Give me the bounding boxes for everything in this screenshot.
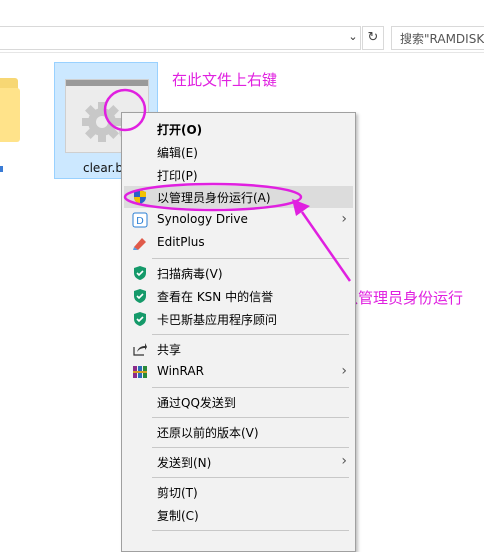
menu-item-label: 通过QQ发送到 (157, 396, 236, 410)
menu-item-label: 发送到(N) (157, 456, 212, 470)
menu-item-send-via-qq[interactable]: 通过QQ发送到 (124, 391, 353, 413)
menu-item-label: 以管理员身份运行(A) (157, 191, 271, 205)
kaspersky-shield-icon (132, 288, 148, 304)
menu-separator (152, 417, 349, 418)
menu-item-editplus[interactable]: EditPlus (124, 232, 353, 254)
menu-item-label: 打开(O) (157, 123, 203, 137)
menu-item-label: 还原以前的版本(V) (157, 426, 259, 440)
menu-item-winrar[interactable]: WinRAR › (124, 361, 353, 383)
menu-item-cut[interactable]: 剪切(T) (124, 481, 353, 503)
kaspersky-shield-icon (132, 311, 148, 327)
menu-item-open[interactable]: 打开(O) (124, 118, 353, 140)
winrar-icon (132, 364, 148, 380)
synology-drive-icon: D (132, 212, 148, 228)
menu-item-label: EditPlus (157, 235, 205, 249)
menu-item-copy[interactable]: 复制(C) (124, 504, 353, 526)
menu-item-share[interactable]: 共享 (124, 338, 353, 360)
menu-item-label: 编辑(E) (157, 146, 198, 160)
search-input[interactable]: 搜索"RAMDISK (391, 26, 484, 50)
menu-item-label: 查看在 KSN 中的信誉 (157, 290, 274, 304)
kaspersky-shield-icon (132, 265, 148, 281)
menu-item-edit[interactable]: 编辑(E) (124, 141, 353, 163)
menu-separator (152, 530, 349, 531)
folder-icon-front[interactable] (0, 88, 20, 142)
hint-right-click: 在此文件上右键 (172, 71, 278, 89)
menu-separator (152, 477, 349, 478)
menu-item-label: Synology Drive (157, 212, 248, 226)
menu-item-kaspersky-advisor[interactable]: 卡巴斯基应用程序顾问 (124, 308, 353, 330)
menu-item-label: 扫描病毒(V) (157, 267, 223, 281)
menu-item-label: 打印(P) (157, 169, 198, 183)
menu-item-scan-virus[interactable]: 扫描病毒(V) (124, 262, 353, 284)
refresh-icon[interactable]: ↻ (362, 26, 384, 50)
editplus-icon (132, 235, 148, 251)
chevron-down-icon[interactable]: ⌄ (346, 29, 360, 45)
context-menu: 打开(O) 编辑(E) 打印(P) 以管理员身份运行(A) D Synology… (121, 112, 356, 552)
menu-item-send-to[interactable]: 发送到(N) › (124, 451, 353, 473)
chevron-right-icon: › (341, 453, 347, 469)
menu-separator (152, 334, 349, 335)
svg-text:D: D (136, 216, 144, 227)
uac-shield-icon (132, 189, 148, 205)
address-bar[interactable] (0, 26, 361, 50)
menu-item-label: 剪切(T) (157, 486, 198, 500)
menu-separator (152, 258, 349, 259)
menu-item-synology-drive[interactable]: D Synology Drive › (124, 209, 353, 231)
share-icon (132, 341, 148, 357)
menu-separator (152, 387, 349, 388)
menu-item-run-as-admin[interactable]: 以管理员身份运行(A) (124, 186, 353, 208)
menu-item-restore-previous[interactable]: 还原以前的版本(V) (124, 421, 353, 443)
menu-item-label: 复制(C) (157, 509, 199, 523)
menu-item-ksn-reputation[interactable]: 查看在 KSN 中的信誉 (124, 285, 353, 307)
explorer-toolbar: ⌄ ↻ 搜索"RAMDISK (0, 0, 484, 53)
menu-item-label: 卡巴斯基应用程序顾问 (157, 313, 278, 327)
chevron-right-icon: › (341, 211, 347, 227)
folder-label-fragment (0, 166, 3, 172)
menu-separator (152, 447, 349, 448)
menu-item-label: 共享 (157, 343, 182, 357)
search-placeholder: 搜索"RAMDISK (400, 32, 484, 46)
chevron-right-icon: › (341, 363, 347, 379)
menu-item-label: WinRAR (157, 364, 204, 378)
menu-item-print[interactable]: 打印(P) (124, 164, 353, 186)
